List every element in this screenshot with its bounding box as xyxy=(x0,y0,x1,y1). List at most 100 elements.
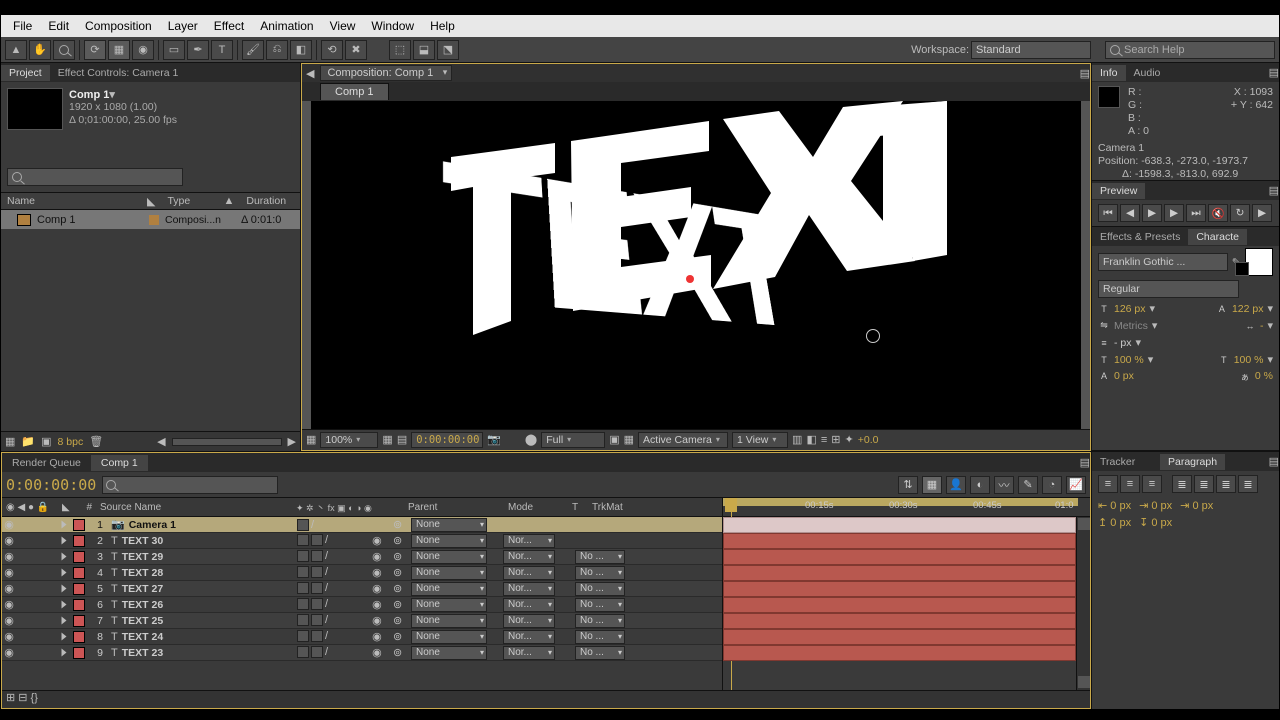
scroll-down-button[interactable] xyxy=(1078,676,1090,688)
mode-dropdown[interactable]: Nor... xyxy=(503,582,555,596)
world-axis[interactable]: ⬓ xyxy=(413,40,435,60)
leading-value[interactable]: 122 px xyxy=(1232,303,1264,315)
comp-tab[interactable]: Comp 1 xyxy=(320,83,389,100)
effect-controls-tab[interactable]: Effect Controls: Camera 1 xyxy=(50,65,187,81)
fill-swatch[interactable] xyxy=(1245,248,1273,276)
layer-color-swatch[interactable] xyxy=(73,631,85,643)
paragraph-tab[interactable]: Paragraph xyxy=(1160,454,1225,470)
menu-animation[interactable]: Animation xyxy=(252,19,321,33)
trkmat-dropdown[interactable]: No ... xyxy=(575,598,625,612)
visibility-toggle[interactable]: ◉ xyxy=(2,614,16,627)
layer-color-swatch[interactable] xyxy=(73,567,85,579)
search-help-field[interactable]: Search Help xyxy=(1105,41,1275,59)
twirl-icon[interactable] xyxy=(62,521,67,529)
shape-tool[interactable]: ▭ xyxy=(163,40,185,60)
baseline-value[interactable]: 0 px xyxy=(1114,370,1134,382)
layer-row-3[interactable]: ◉3TTEXT 29 / ◉⊚NoneNor...No ... xyxy=(2,549,722,565)
folder-icon[interactable]: 📁 xyxy=(21,435,35,448)
twirl-icon[interactable] xyxy=(62,633,67,641)
hand-tool[interactable]: ✋ xyxy=(29,40,51,60)
local-axis[interactable]: ⬚ xyxy=(389,40,411,60)
preview-tab[interactable]: Preview xyxy=(1092,183,1145,199)
text-tool[interactable]: T xyxy=(211,40,233,60)
twirl-icon[interactable] xyxy=(62,553,67,561)
motionblur-button[interactable]: 〰 xyxy=(994,476,1014,494)
layer-bar-3[interactable] xyxy=(723,549,1076,565)
layer-bar-6[interactable] xyxy=(723,597,1076,613)
autokeyframe-button[interactable]: ◔ xyxy=(1042,476,1062,494)
view-axis[interactable]: ⬔ xyxy=(437,40,459,60)
menu-layer[interactable]: Layer xyxy=(160,19,206,33)
prev-frame-button[interactable]: ◀ xyxy=(1120,204,1140,222)
menu-help[interactable]: Help xyxy=(422,19,463,33)
dropdown-icon[interactable]: ▦ xyxy=(306,433,316,446)
exposure-value[interactable]: +0.0 xyxy=(858,434,879,446)
trkmat-dropdown[interactable]: No ... xyxy=(575,614,625,628)
menu-file[interactable]: File xyxy=(5,19,40,33)
timeline-comp-tab[interactable]: Comp 1 xyxy=(91,455,148,471)
resolution-dropdown[interactable]: Full xyxy=(541,432,605,448)
roto-tool[interactable]: ⟲ xyxy=(321,40,343,60)
parent-dropdown[interactable]: None xyxy=(411,646,487,660)
snapshot-icon[interactable]: 📷 xyxy=(487,433,501,446)
last-frame-button[interactable]: ⏭ xyxy=(1186,204,1206,222)
visibility-toggle[interactable]: ◉ xyxy=(2,598,16,611)
visibility-toggle[interactable]: ◉ xyxy=(2,630,16,643)
current-time-display[interactable]: 0:00:00:00 xyxy=(6,476,96,494)
trash-icon[interactable]: 🗑 xyxy=(89,435,103,448)
vscale-value[interactable]: 100 % xyxy=(1114,354,1144,366)
align-left-button[interactable]: ≡ xyxy=(1098,475,1118,493)
layer-color-swatch[interactable] xyxy=(73,519,85,531)
render-queue-tab[interactable]: Render Queue xyxy=(2,455,91,471)
space-after[interactable]: 0 px xyxy=(1151,517,1172,529)
character-tab[interactable]: Characte xyxy=(1188,229,1247,245)
menu-view[interactable]: View xyxy=(322,19,364,33)
justify-left-button[interactable]: ≣ xyxy=(1172,475,1192,493)
camera-tool[interactable]: ▦ xyxy=(108,40,130,60)
twirl-icon[interactable] xyxy=(62,569,67,577)
indent-first[interactable]: 0 px xyxy=(1151,500,1172,512)
mode-dropdown[interactable]: Nor... xyxy=(503,646,555,660)
pixelaspect-icon[interactable]: ▥ xyxy=(792,433,802,446)
parent-dropdown[interactable]: None xyxy=(411,534,487,548)
next-frame-button[interactable]: ▶ xyxy=(1164,204,1184,222)
play-button[interactable]: ▶ xyxy=(1142,204,1162,222)
visibility-toggle[interactable]: ◉ xyxy=(2,566,16,579)
layer-bar-9[interactable] xyxy=(723,645,1076,661)
timeline-tracks[interactable]: 00:15s 00:30s 00:45s 01:0 xyxy=(722,498,1090,690)
mode-dropdown[interactable]: Nor... xyxy=(503,598,555,612)
layer-row-2[interactable]: ◉2TTEXT 30 / ◉⊚NoneNor... xyxy=(2,533,722,549)
layer-row-5[interactable]: ◉5TTEXT 27 / ◉⊚NoneNor...No ... xyxy=(2,581,722,597)
parent-dropdown[interactable]: None xyxy=(411,598,487,612)
composition-viewer[interactable]: TEXT xyxy=(302,101,1090,429)
trkmat-dropdown[interactable]: No ... xyxy=(575,582,625,596)
newcomp-icon[interactable]: ▣ xyxy=(41,435,51,448)
indent-left[interactable]: 0 px xyxy=(1110,500,1131,512)
twirl-icon[interactable] xyxy=(62,649,67,657)
comp-breadcrumb[interactable]: Composition: Comp 1 xyxy=(320,65,452,81)
channel-icon[interactable]: ⬤ xyxy=(525,433,537,446)
current-time[interactable]: 0:00:00:00 xyxy=(411,432,483,448)
first-frame-button[interactable]: ⏮ xyxy=(1098,204,1118,222)
menu-composition[interactable]: Composition xyxy=(77,19,160,33)
mode-dropdown[interactable]: Nor... xyxy=(503,550,555,564)
project-row-comp1[interactable]: Comp 1 Composi...n Δ 0:01:0 xyxy=(1,210,300,229)
shy-button[interactable]: 👤 xyxy=(946,476,966,494)
layer-row-4[interactable]: ◉4TTEXT 28 / ◉⊚NoneNor...No ... xyxy=(2,565,722,581)
roi-icon[interactable]: ▣ xyxy=(609,433,619,446)
toggle-switches-icon[interactable]: ⊞ ⊟ {} xyxy=(2,692,42,704)
font-style-dropdown[interactable]: Regular xyxy=(1098,280,1239,298)
trkmat-dropdown[interactable]: No ... xyxy=(575,550,625,564)
parent-dropdown[interactable]: None xyxy=(411,582,487,596)
scroll-up-button[interactable] xyxy=(1078,518,1090,530)
layer-bar-7[interactable] xyxy=(723,613,1076,629)
layer-color-swatch[interactable] xyxy=(73,551,85,563)
twirl-icon[interactable] xyxy=(62,601,67,609)
view-dropdown[interactable]: Active Camera xyxy=(638,432,728,448)
layer-bar-5[interactable] xyxy=(723,581,1076,597)
layer-row-7[interactable]: ◉7TTEXT 25 / ◉⊚NoneNor...No ... xyxy=(2,613,722,629)
brush-tool[interactable]: 🖌 xyxy=(242,40,264,60)
layer-color-swatch[interactable] xyxy=(73,647,85,659)
ram-preview-button[interactable]: ▶ xyxy=(1252,204,1272,222)
menu-effect[interactable]: Effect xyxy=(206,19,252,33)
